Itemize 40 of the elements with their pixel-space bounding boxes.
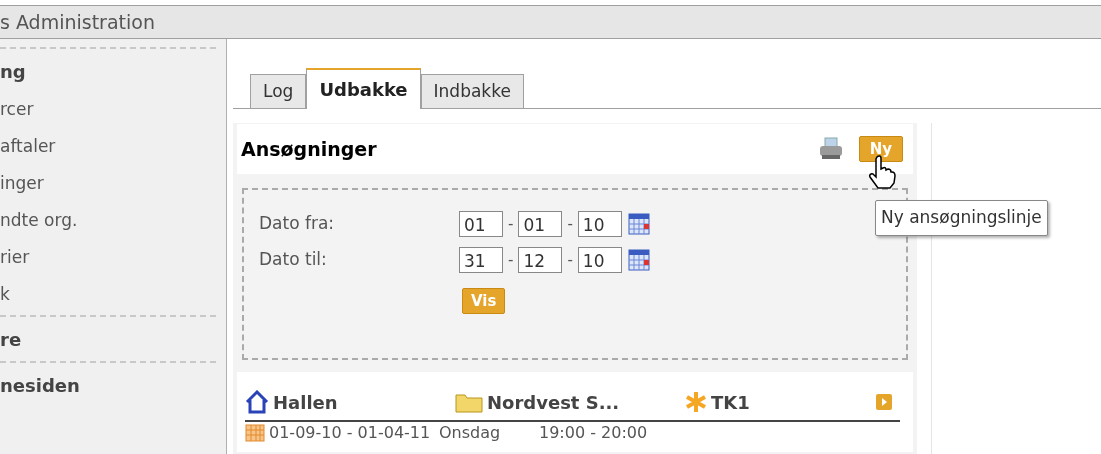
- field-label: Dato fra:: [259, 212, 336, 236]
- date-separator: -: [566, 249, 574, 271]
- calendar-icon[interactable]: [627, 249, 650, 271]
- column-heading: TK1: [711, 390, 750, 415]
- time-range: 19:00 - 20:00: [539, 422, 648, 444]
- calendar-icon: [245, 424, 265, 442]
- sidebar-item[interactable]: k: [0, 282, 216, 307]
- date-separator: -: [566, 213, 574, 235]
- date-field[interactable]: 10: [577, 247, 622, 273]
- calendar-icon[interactable]: [627, 213, 650, 235]
- panel-title: Ansøgninger: [241, 136, 378, 162]
- date-field[interactable]: 01: [459, 211, 503, 237]
- sidebar-item[interactable]: aftaler: [0, 134, 216, 159]
- date-field[interactable]: 12: [518, 247, 563, 273]
- sidebar-heading[interactable]: ng: [0, 59, 216, 85]
- tab[interactable]: Udbakke: [306, 68, 421, 109]
- weekday: Onsdag: [439, 422, 502, 444]
- date-range: 01-09-10 - 01-04-11: [269, 422, 432, 444]
- sidebar-item[interactable]: inger: [0, 171, 216, 196]
- date-field[interactable]: 10: [577, 211, 622, 237]
- folder-icon: [455, 391, 483, 413]
- column-heading: Hallen: [273, 390, 338, 415]
- tab[interactable]: Indbakke: [420, 74, 524, 108]
- tooltip: Ny ansøgningslinje: [875, 200, 1048, 236]
- date-separator: -: [507, 213, 515, 235]
- asterisk-icon: [685, 391, 707, 413]
- sidebar-heading[interactable]: nesiden: [0, 373, 216, 399]
- sidebar-item[interactable]: ndte org.: [0, 208, 216, 233]
- printer-icon[interactable]: [817, 137, 844, 161]
- date-field[interactable]: 01: [518, 211, 563, 237]
- field-label: Dato til:: [259, 248, 328, 272]
- date-field[interactable]: 31: [459, 247, 503, 273]
- house-icon: [245, 390, 269, 414]
- sidebar-heading[interactable]: re: [0, 327, 216, 353]
- window-title: s Administration: [0, 12, 155, 32]
- date-separator: -: [507, 249, 515, 271]
- column-heading: Nordvest S...: [487, 390, 620, 415]
- sidebar-item[interactable]: rier: [0, 245, 216, 270]
- sidebar-item[interactable]: rcer: [0, 97, 216, 122]
- tab[interactable]: Log: [250, 74, 307, 108]
